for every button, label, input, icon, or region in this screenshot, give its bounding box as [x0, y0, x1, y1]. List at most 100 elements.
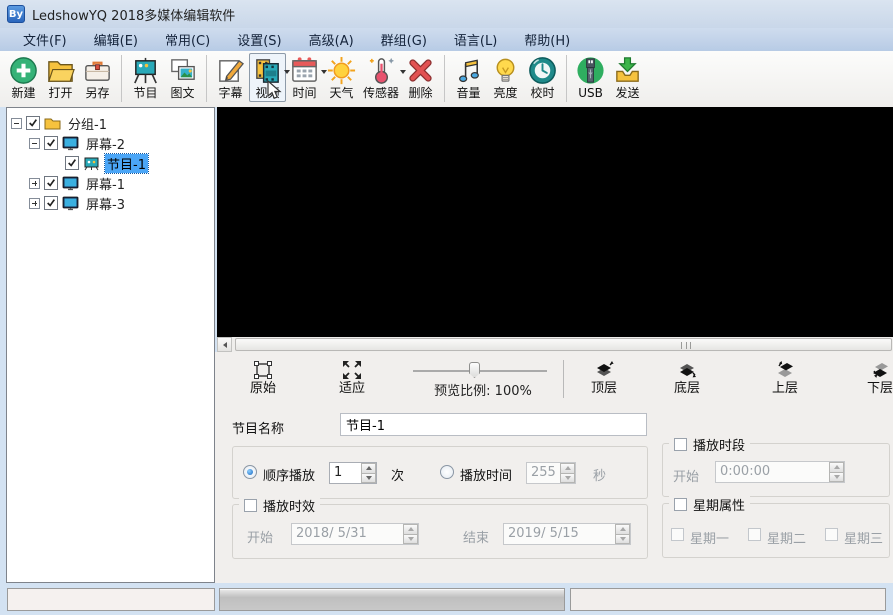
send-button[interactable]: 发送 [609, 53, 646, 102]
tree-item-screen3[interactable]: 屏幕-3 [7, 193, 214, 213]
tree-item-screen1[interactable]: 屏幕-1 [7, 173, 214, 193]
up-layer-button[interactable]: 上层 [762, 359, 808, 397]
play-validity-checkbox[interactable] [244, 499, 257, 512]
expand-icon[interactable] [29, 178, 40, 189]
sequence-unit-label: 次 [391, 465, 404, 484]
save-as-button[interactable]: 另存 [79, 53, 116, 102]
menu-advanced[interactable]: 高级(A) [300, 28, 363, 51]
preview-canvas[interactable] [217, 107, 893, 337]
preview-scale-slider[interactable] [413, 370, 547, 372]
collapse-icon[interactable] [29, 138, 40, 149]
down-layer-icon [869, 359, 891, 381]
top-layer-icon [593, 359, 615, 381]
spin-up-button [615, 524, 630, 535]
sequence-play-label[interactable]: 顺序播放 [263, 465, 315, 484]
preview-hscrollbar[interactable] [217, 337, 893, 352]
grip-icon [681, 342, 691, 349]
clock-sync-button[interactable]: 校时 [524, 53, 561, 102]
time-button[interactable]: 时间 [286, 53, 323, 102]
checked-checkbox[interactable] [44, 136, 58, 150]
sequence-play-radio[interactable] [243, 465, 257, 479]
checked-checkbox[interactable] [65, 156, 79, 170]
new-button[interactable]: 新建 [5, 53, 42, 102]
tree-item-group1[interactable]: 分组-1 [7, 113, 214, 133]
toolbar-label: 删除 [409, 86, 433, 101]
menu-edit[interactable]: 编辑(E) [85, 28, 147, 51]
week-property-checkbox[interactable] [674, 498, 687, 511]
sensor-button[interactable]: 传感器 [360, 53, 402, 102]
toolbar-label: 节目 [133, 86, 157, 101]
brightness-icon [490, 55, 521, 86]
start-date-label: 开始 [247, 527, 273, 546]
collapse-icon[interactable] [11, 118, 22, 129]
program-button[interactable]: 节目 [127, 53, 164, 102]
bottom-layer-button[interactable]: 底层 [664, 359, 710, 397]
start-date-spinner: 2018/ 5/31 [291, 523, 419, 545]
program-name-label: 节目名称 [232, 418, 284, 437]
fit-button[interactable]: 适应 [329, 359, 375, 397]
toolbar-separator [121, 55, 122, 102]
spinner-value: 2019/ 5/15 [504, 524, 615, 544]
play-time-radio[interactable] [440, 465, 454, 479]
image-text-button[interactable]: 图文 [164, 53, 201, 102]
sequence-count-spinner[interactable]: 1 [329, 462, 377, 484]
toolbar-separator [566, 55, 567, 102]
menu-help[interactable]: 帮助(H) [515, 28, 579, 51]
tree-item-label[interactable]: 分组-1 [66, 114, 109, 133]
tree-item-program1[interactable]: 节目-1 [7, 153, 214, 173]
scroll-left-button[interactable] [217, 337, 232, 352]
hscroll-thumb[interactable] [235, 338, 892, 351]
folder-icon [44, 116, 61, 131]
top-layer-button[interactable]: 顶层 [581, 359, 627, 397]
spin-up-button[interactable] [361, 463, 376, 474]
play-period-checkbox[interactable] [674, 438, 687, 451]
spin-down-button [560, 474, 575, 484]
volume-button[interactable]: 音量 [450, 53, 487, 102]
toolbar-separator [206, 55, 207, 102]
play-time-label[interactable]: 播放时间 [460, 465, 512, 484]
delete-button[interactable]: 删除 [402, 53, 439, 102]
menu-settings[interactable]: 设置(S) [228, 28, 290, 51]
volume-icon [453, 55, 484, 86]
original-size-icon [252, 359, 274, 381]
checked-checkbox[interactable] [44, 176, 58, 190]
original-size-button[interactable]: 原始 [240, 359, 286, 397]
spinner-value: 2018/ 5/31 [292, 524, 403, 544]
tree-item-screen2[interactable]: 屏幕-2 [7, 133, 214, 153]
toolbar-label: 图文 [170, 86, 194, 101]
tree-item-label[interactable]: 屏幕-2 [84, 134, 127, 153]
program-name-input[interactable] [340, 413, 647, 436]
tree-item-label[interactable]: 节目-1 [105, 154, 148, 173]
spin-down-button[interactable] [361, 474, 376, 484]
panel-separator [563, 360, 564, 398]
open-button[interactable]: 打开 [42, 53, 79, 102]
toolbar-label: USB [578, 86, 603, 101]
spinner-value[interactable]: 1 [330, 463, 361, 483]
subtitle-button[interactable]: 字幕 [212, 53, 249, 102]
menu-bar: 文件(F) 编辑(E) 常用(C) 设置(S) 高级(A) 群组(G) 语言(L… [0, 28, 893, 51]
slider-thumb[interactable] [469, 362, 480, 378]
tree-item-label[interactable]: 屏幕-3 [84, 194, 127, 213]
app-window: By LedshowYQ 2018多媒体编辑软件 文件(F) 编辑(E) 常用(… [0, 0, 893, 615]
toolbar-label: 字幕 [218, 86, 242, 101]
down-layer-button[interactable]: 下层 [857, 359, 893, 397]
tree-item-label[interactable]: 屏幕-1 [84, 174, 127, 193]
checked-checkbox[interactable] [26, 116, 40, 130]
checked-checkbox[interactable] [44, 196, 58, 210]
monday-label: 星期一 [690, 528, 729, 547]
expand-icon[interactable] [29, 198, 40, 209]
open-icon [45, 55, 76, 86]
send-icon [612, 55, 643, 86]
menu-language[interactable]: 语言(L) [445, 28, 506, 51]
usb-button[interactable]: USB [572, 53, 609, 102]
brightness-button[interactable]: 亮度 [487, 53, 524, 102]
menu-common[interactable]: 常用(C) [156, 28, 219, 51]
title-bar: By LedshowYQ 2018多媒体编辑软件 [0, 0, 893, 28]
toolbar-label: 新建 [11, 86, 35, 101]
play-period-title: 播放时段 [693, 435, 745, 454]
weather-button[interactable]: 天气 [323, 53, 360, 102]
bottom-layer-icon [676, 359, 698, 381]
menu-group[interactable]: 群组(G) [372, 28, 436, 51]
menu-file[interactable]: 文件(F) [14, 28, 76, 51]
control-panel: 原始 适应 预览比例: 100% 顶层 底层 [215, 352, 893, 583]
